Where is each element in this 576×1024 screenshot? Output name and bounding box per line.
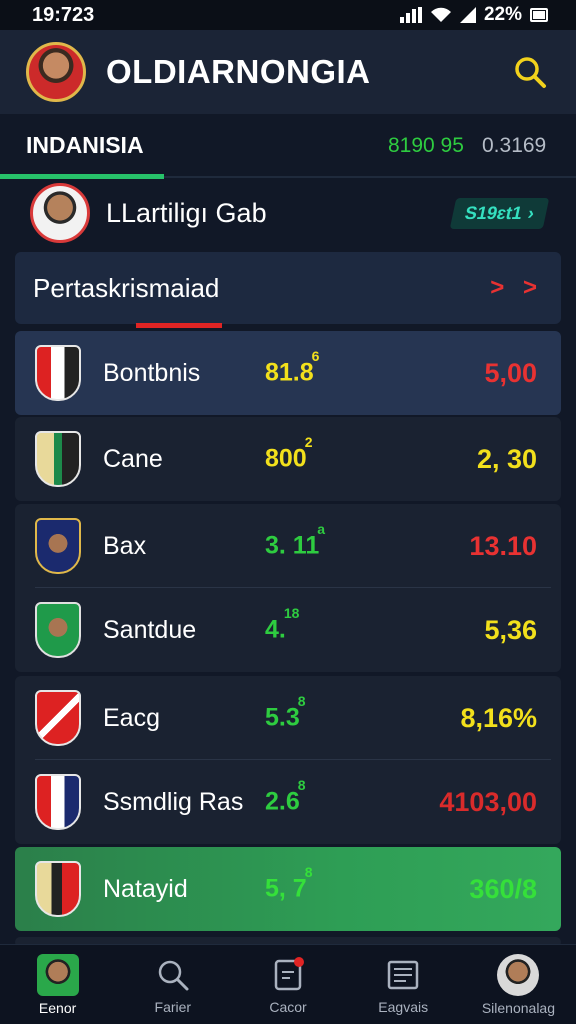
odd-value: 5.38 <box>265 693 306 732</box>
odd-value: 5, 78 <box>265 864 313 903</box>
nav-label: Eagvais <box>378 998 429 1015</box>
nav-item-news[interactable]: Eagvais <box>346 945 461 1024</box>
search-icon <box>158 960 189 990</box>
team-crest-icon <box>35 861 81 917</box>
team-name: Santdue <box>103 615 197 644</box>
nav-label: Eenor <box>38 999 77 1016</box>
section-title: Pertaskrismaiad <box>33 272 220 303</box>
team-name: Bontbnis <box>103 358 201 387</box>
team-crest-icon <box>35 431 81 487</box>
app-header: OLDIARNONGIA <box>0 30 576 114</box>
odd-value: 2.68 <box>265 777 306 816</box>
double-chevron-icon[interactable]: > > <box>490 274 543 302</box>
team-crest-icon <box>35 602 81 658</box>
search-button[interactable] <box>510 52 550 92</box>
search-icon <box>515 57 546 88</box>
signal-icon <box>399 7 422 23</box>
price-value: 360/8 <box>469 873 537 904</box>
price-value: 13.10 <box>469 530 537 561</box>
battery-icon <box>530 8 548 22</box>
team-crest-icon <box>35 690 81 746</box>
profile-avatar-icon <box>497 953 540 996</box>
price-value: 4103,00 <box>439 786 537 817</box>
price-value: 5,36 <box>484 614 537 645</box>
team-name: Natayid <box>103 874 188 903</box>
team-name: Eacg <box>103 703 160 732</box>
chevron-right-icon: › <box>525 202 537 223</box>
profile-badge[interactable]: S19ɛt1 › <box>449 197 550 229</box>
list-item[interactable]: Cane 8002 2, 30 <box>15 417 561 501</box>
price-value: 8,16% <box>460 702 537 733</box>
status-icons: 22% <box>399 4 548 26</box>
profile-avatar <box>30 183 90 243</box>
status-bar: 19:723 22% <box>0 0 576 30</box>
list-item-active[interactable]: Natayid 5, 78 360/8 <box>15 847 561 931</box>
odd-value: 8002 <box>265 434 313 473</box>
list-item[interactable]: Ssmdlig Ras 2.68 4103,00 <box>15 760 561 844</box>
tab-value-green: 8190 95 <box>388 134 464 157</box>
odd-value: 3. 11a <box>265 521 326 560</box>
section-header[interactable]: Pertaskrismaiad > > <box>15 252 561 324</box>
team-name: Cane <box>103 444 163 473</box>
nav-item-home[interactable]: Eenor <box>0 945 115 1024</box>
bottom-navigation: Eenor Farier Cacor Eagvais Silenonalag <box>0 944 576 1024</box>
list-item[interactable]: Eacg 5.38 8,16% <box>15 676 561 760</box>
section-indicator <box>136 323 222 328</box>
notification-dot <box>294 956 304 967</box>
battery-percent: 22% <box>483 4 522 25</box>
list-item[interactable]: Bontbnis 81.86 5,00 <box>15 331 561 415</box>
tab-indanisia[interactable]: INDANISIA <box>26 132 144 159</box>
status-time: 19:723 <box>32 3 95 26</box>
nav-label: Cacor <box>269 998 307 1015</box>
tab-value-gray: 0.3169 <box>482 134 547 157</box>
user-avatar[interactable] <box>26 42 86 102</box>
signal-triangle-icon <box>459 7 476 23</box>
wifi-icon <box>430 7 451 22</box>
nav-item-notifications[interactable]: Cacor <box>230 945 345 1024</box>
team-name: Bax <box>103 531 147 560</box>
team-crest-icon <box>35 774 81 830</box>
team-crest-icon <box>35 345 81 401</box>
nav-item-profile[interactable]: Silenonalag <box>461 945 576 1024</box>
news-icon <box>387 960 419 989</box>
team-name: Ssmdlig Ras <box>103 787 244 816</box>
nav-label: Silenonalag <box>481 999 555 1016</box>
price-value: 2, 30 <box>476 443 537 474</box>
home-avatar-icon <box>36 953 79 996</box>
nav-label: Farier <box>154 998 192 1015</box>
list-item[interactable]: Santdue 4.18 5,36 <box>15 588 561 672</box>
app-title: OLDIARNONGIA <box>106 53 371 90</box>
profile-row[interactable]: LLartiligı Gab S19ɛt1 › <box>0 178 576 248</box>
list-item[interactable]: Bax 3. 11a 13.10 <box>15 504 561 588</box>
odd-value: 81.86 <box>265 348 320 387</box>
team-crest-icon <box>35 518 81 574</box>
odd-value: 4.18 <box>265 605 300 644</box>
nav-item-search[interactable]: Farier <box>115 945 230 1024</box>
price-value: 5,00 <box>484 357 537 388</box>
profile-badge-value: S19ɛt1 <box>462 202 525 223</box>
profile-name: LLartiligı Gab <box>106 197 267 228</box>
